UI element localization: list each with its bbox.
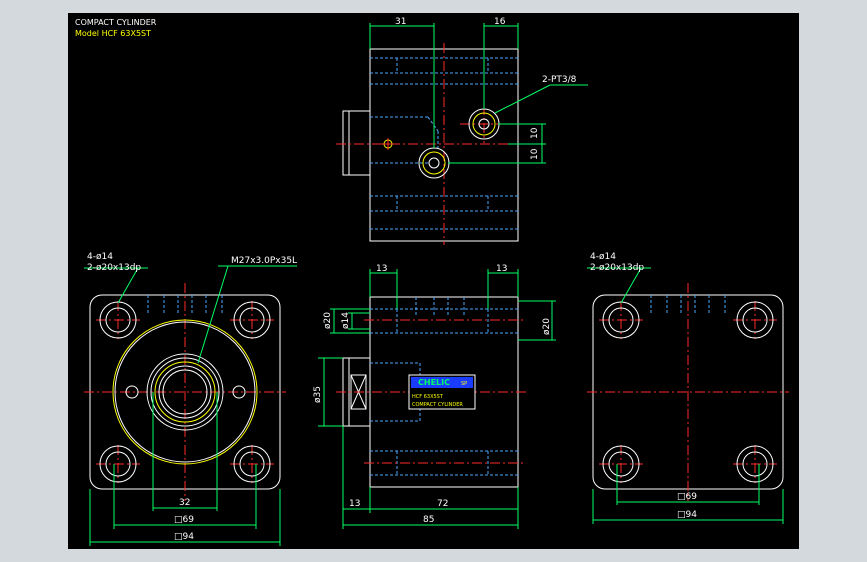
callout-holes-right: 4-ø14 (590, 252, 616, 262)
dim-front-32: 32 (179, 498, 190, 508)
title-line-2: Model HCF 63X5ST (75, 29, 151, 38)
dim-front-sq69: □69 (174, 515, 194, 525)
nameplate-desc: COMPACT CYLINDER (412, 402, 463, 408)
rear-dimension-lines (587, 267, 784, 524)
dim-side-bottom-72: 72 (437, 499, 448, 509)
callout-cbore-right: 2-ø20x13dp (590, 263, 644, 273)
top-view: 31 16 2-PT3/8 10 10 (336, 17, 588, 245)
dim-top-10a: 10 (530, 127, 540, 139)
nameplate: CHELIC SP HCF 63X5ST COMPACT CYLINDER (408, 374, 476, 410)
side-view: CHELIC SP HCF 63X5ST COMPACT CYLINDER 13… (313, 264, 556, 529)
dim-rear-sq69: □69 (677, 492, 697, 502)
nameplate-model: HCF 63X5ST (412, 394, 444, 400)
dim-top-10b: 10 (530, 148, 540, 160)
dim-side-bottom-13: 13 (349, 499, 360, 509)
dim-front-sq94: □94 (174, 532, 194, 542)
front-view: 4-ø14 2-ø20x13dp M27x3.0Px35L 32 □69 □94 (84, 252, 297, 546)
dim-side-dia20-left: ø20 (323, 312, 333, 329)
dim-top-31: 31 (395, 17, 406, 27)
title-line-1: COMPACT CYLINDER (75, 18, 157, 27)
dim-side-dia20-right: ø20 (542, 318, 552, 335)
top-rod-boss (342, 110, 371, 176)
dim-side-13-right: 13 (496, 264, 507, 274)
nameplate-badge: SP (461, 381, 467, 387)
callout-cbore-left: 2-ø20x13dp (87, 263, 141, 273)
dim-side-bottom-85: 85 (423, 515, 434, 525)
dim-side-dia14: ø14 (341, 312, 351, 329)
dim-top-16: 16 (494, 17, 506, 27)
callout-thread: M27x3.0Px35L (231, 256, 297, 266)
callout-port: 2-PT3/8 (542, 75, 577, 85)
cad-viewport[interactable]: COMPACT CYLINDER Model HCF 63X5ST 31 16 … (68, 13, 799, 549)
nameplate-brand: CHELIC (418, 378, 450, 387)
dim-rear-sq94: □94 (677, 510, 697, 520)
top-dimension-lines (369, 23, 588, 164)
cad-drawing: COMPACT CYLINDER Model HCF 63X5ST 31 16 … (75, 17, 789, 546)
rear-view: 4-ø14 2-ø20x13dp □69 □94 (587, 252, 789, 524)
dim-side-dia35: ø35 (313, 386, 323, 403)
dim-side-13-left: 13 (376, 264, 387, 274)
callout-holes-left: 4-ø14 (87, 252, 113, 262)
